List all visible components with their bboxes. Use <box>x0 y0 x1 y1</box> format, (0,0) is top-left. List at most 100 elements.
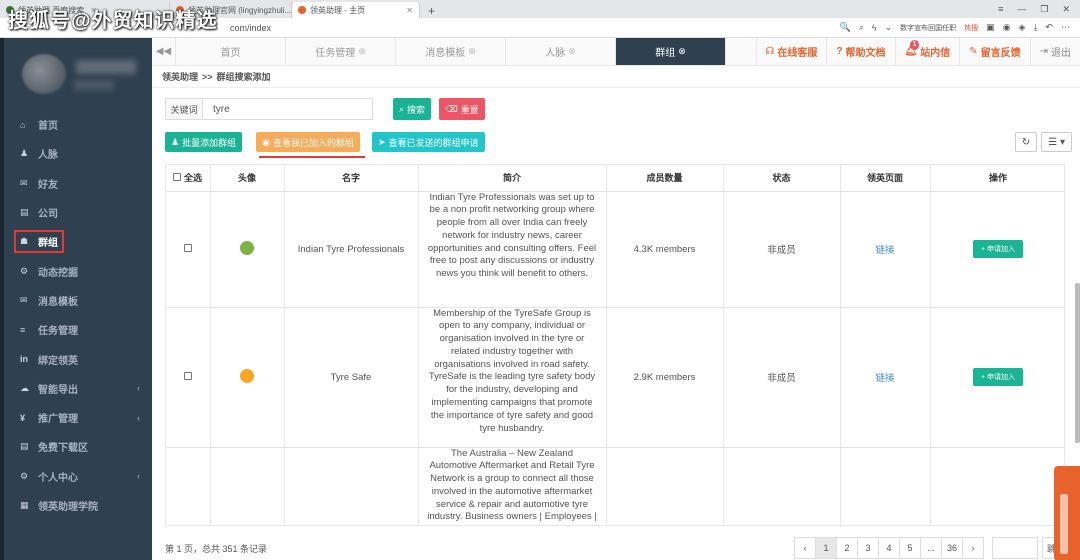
sidebar-item-content: ⚙ 个人中心 <box>20 469 78 484</box>
sidebar-item-label: 群组 <box>38 238 58 250</box>
url-text[interactable]: com/index <box>230 23 271 33</box>
page-number-button[interactable]: 3 <box>856 537 879 559</box>
refresh-icon[interactable]: ↻ <box>1014 132 1038 152</box>
search-icon: ⌕ <box>399 103 405 114</box>
extension-icon[interactable]: ◈ <box>1019 22 1026 33</box>
nav-back-icon[interactable]: ◀◀ <box>152 38 176 65</box>
lightning-icon[interactable]: ϟ <box>872 23 877 33</box>
sidebar-item[interactable]: ⌂ 首页 <box>4 110 152 139</box>
feedback-link[interactable]: ✎ 留言反馈 <box>959 38 1029 65</box>
window-close-icon[interactable]: ✕ <box>1062 4 1070 15</box>
tab-task-management[interactable]: 任务管理 ⊗ <box>286 38 396 65</box>
undo-icon[interactable]: ↶ <box>1045 22 1053 33</box>
page-number-button[interactable]: 36 <box>940 537 963 559</box>
menu-icon[interactable]: ≡ <box>998 4 1003 15</box>
page-number-button[interactable]: 5 <box>898 537 921 559</box>
view-sent-requests-button[interactable]: ➤ 查看已发送的群组申请 <box>371 132 485 152</box>
apply-join-button[interactable]: + 申请加入 <box>972 368 1024 386</box>
header-links: ☊ 在线客服 ? 帮助文档 🔔︎ 1 站内信 ✎ 留言反馈 ⇥ 退出 <box>755 38 1080 65</box>
online-service-link[interactable]: ☊ 在线客服 <box>755 38 827 65</box>
chevron-left-icon: ‹ <box>137 412 140 423</box>
zoom-icon[interactable]: 🔍 <box>840 22 851 33</box>
search-icon[interactable]: ⌕ <box>859 22 864 33</box>
sidebar-item-label: 消息模板 <box>38 296 78 308</box>
page-jump-input[interactable] <box>991 537 1038 559</box>
plus-icon: + <box>980 246 986 253</box>
close-tab-icon[interactable]: ⊗ <box>568 46 576 57</box>
apply-join-button[interactable]: + 申请加入 <box>972 240 1024 258</box>
tab-home[interactable]: 首页 <box>176 38 286 65</box>
page-number-button[interactable]: ... <box>919 537 942 559</box>
close-tab-icon[interactable]: ⊗ <box>678 46 686 57</box>
sidebar-item[interactable]: ⚙ 个人中心 ‹ <box>4 462 152 491</box>
menu-icon: ☁ <box>20 382 29 393</box>
row-checkbox[interactable] <box>183 371 192 380</box>
browser-tab-active[interactable]: 领英助理 - 主页 ✕ <box>292 2 420 18</box>
minimize-icon[interactable]: — <box>1017 4 1026 15</box>
member-count <box>606 447 724 525</box>
restore-icon[interactable]: ❐ <box>1040 4 1048 15</box>
sidebar-item[interactable]: ✉ 好友 <box>4 169 152 198</box>
sidebar-item[interactable]: ☁ 智能导出 ‹ <box>4 374 152 403</box>
extension-icon[interactable]: ◉ <box>1003 22 1011 33</box>
search-hint[interactable]: 数字宣布回国任职 <box>900 23 956 33</box>
sidebar-item-content: in 绑定领英 <box>20 352 78 367</box>
sidebar-menu: ⌂ 首页 ♟ 人脉 ✉ 好友 ▤ 公司 ☗ 群组 ⚙ 动态挖掘 ✉ 消息模板 ≡ 任务管理 in 绑定领英 ☁ 智能导… <box>4 110 152 520</box>
page-number-button[interactable]: 2 <box>835 537 858 559</box>
menu-icon: ≡ <box>20 324 26 335</box>
download-icon[interactable]: ⤓ <box>1033 22 1037 33</box>
new-tab-button[interactable]: + <box>420 4 443 18</box>
floating-side-widget[interactable] <box>1054 466 1080 560</box>
row-select-cell <box>166 307 211 448</box>
logout-link[interactable]: ⇥ 退出 <box>1029 38 1080 65</box>
column-header: 名字 <box>284 165 419 192</box>
page-number-button[interactable]: 4 <box>877 537 900 559</box>
linkedin-page-link[interactable]: 链接 <box>875 245 894 256</box>
extension-icon[interactable]: ▣ <box>986 22 995 33</box>
close-icon[interactable]: ✕ <box>406 6 413 15</box>
select-all-header[interactable]: 全选 <box>166 165 211 192</box>
prev-page-button[interactable]: ‹ <box>793 537 816 559</box>
view-joined-groups-button[interactable]: ◉ 查看我已加入的群组 <box>256 132 360 152</box>
sidebar-item-label: 好友 <box>38 179 58 191</box>
avatar[interactable] <box>22 54 66 94</box>
vertical-scrollbar[interactable] <box>1075 283 1080 443</box>
chevron-left-icon: ‹ <box>137 471 140 482</box>
inbox-link[interactable]: 🔔︎ 1 站内信 <box>894 38 960 65</box>
sidebar-item-content: ☁ 智能导出 <box>20 381 78 396</box>
close-tab-icon[interactable]: ⊗ <box>358 46 366 57</box>
select-all-checkbox[interactable] <box>173 173 182 182</box>
sidebar-item-label: 动态挖掘 <box>38 267 78 279</box>
profile-area <box>4 38 152 110</box>
sidebar-item[interactable]: ¥ 推广管理 ‹ <box>4 403 152 432</box>
tab-groups[interactable]: 群组 ⊗ <box>616 38 726 65</box>
page-number-button[interactable]: 1 <box>814 537 837 559</box>
action-cell <box>930 447 1064 525</box>
sidebar-item[interactable]: ✉ 消息模板 <box>4 286 152 315</box>
columns-toggle-icon[interactable]: ☰ ▾ <box>1041 132 1072 152</box>
sidebar-item[interactable]: in 绑定领英 <box>4 344 152 373</box>
close-tab-icon[interactable]: ⊗ <box>468 46 476 57</box>
keyword-label: 关键词 <box>165 98 203 120</box>
table-row: Indian Tyre Professionals Indian Tyre Pro… <box>166 191 1064 308</box>
sidebar-item[interactable]: ⚙ 动态挖掘 <box>4 256 152 285</box>
search-button[interactable]: ⌕ 搜索 <box>393 98 432 120</box>
row-checkbox[interactable] <box>183 243 192 252</box>
chevron-left-icon: ‹ <box>137 383 140 394</box>
more-icon[interactable]: ⋯ <box>1061 22 1070 33</box>
next-page-button[interactable]: › <box>961 537 984 559</box>
sidebar-item[interactable]: ♟ 人脉 <box>4 139 152 168</box>
help-docs-link[interactable]: ? 帮助文档 <box>826 38 894 65</box>
sidebar-item[interactable]: ▦ 领英助理学院 <box>4 491 152 520</box>
sidebar-item[interactable]: ☗ 群组 <box>4 227 152 256</box>
tab-connections[interactable]: 人脉 ⊗ <box>506 38 616 65</box>
batch-add-groups-button[interactable]: ♟ 批量添加群组 <box>165 132 243 152</box>
reset-button[interactable]: ⌫ 重置 <box>439 98 485 120</box>
sidebar-item[interactable]: ≡ 任务管理 <box>4 315 152 344</box>
linkedin-page-link[interactable]: 链接 <box>875 373 894 384</box>
sidebar-item[interactable]: ▤ 公司 <box>4 198 152 227</box>
chevron-down-icon[interactable]: ⌄ <box>885 22 893 33</box>
keyword-input[interactable] <box>203 98 373 120</box>
tab-message-templates[interactable]: 消息模板 ⊗ <box>396 38 506 65</box>
sidebar-item[interactable]: ▤ 免费下载区 <box>4 432 152 461</box>
